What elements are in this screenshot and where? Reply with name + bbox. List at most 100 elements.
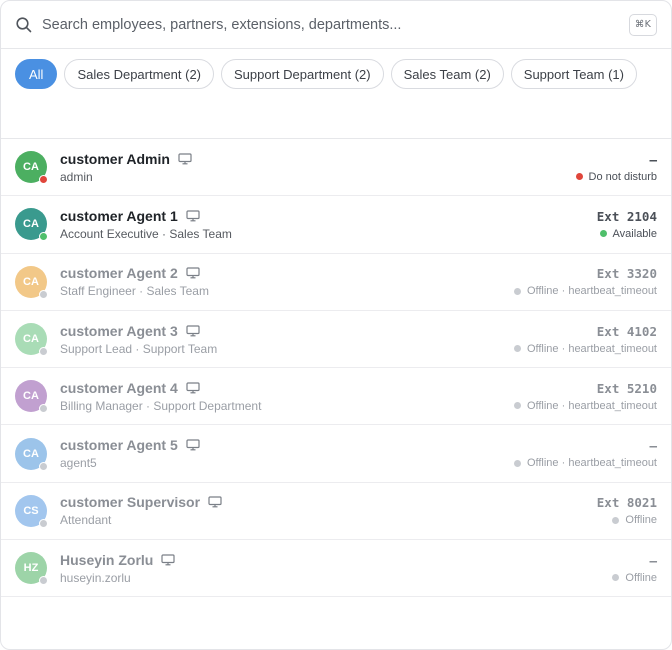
status-dot [612,574,620,582]
user-meta: Ext 8021 Offline [597,495,657,526]
status: Offline · heartbeat_timeout [513,342,657,355]
name-line: customer Agent 1 [60,208,597,224]
list-item[interactable]: CA customer Agent 1 Account Executive · Sa… [1,196,671,254]
name-line: customer Supervisor [60,494,597,510]
avatar: CA [15,380,48,414]
user-meta: – Do not disturb [575,151,657,183]
user-list: CA customer Admin admin – Do not disturb CA cu… [1,139,671,598]
monitor-icon [208,496,222,508]
status-dot [513,345,521,353]
monitor-icon [186,324,200,337]
status-dot [513,459,521,467]
list-item[interactable]: HZ Huseyin Zorlu huseyin.zorlu – Offline [1,540,671,598]
user-subtitle: Account Executive · Sales Team [60,226,232,241]
status: Available [599,228,657,240]
user-info: customer Admin admin [60,151,576,184]
extension: – [649,438,657,454]
status-label: Offline · heartbeat_timeout [526,457,657,470]
status-label: Offline [625,514,657,527]
name-line: customer Agent 5 [60,437,514,453]
user-meta: Ext 5210 Offline · heartbeat_timeout [513,380,657,412]
list-item[interactable]: CA customer Agent 2 Staff Engineer · Sales… [1,254,671,311]
avatar: CA [15,265,48,299]
status-dot [513,402,521,410]
presence-indicator [39,518,48,528]
user-info: customer Agent 4 Billing Manager · Suppor… [60,380,514,413]
status-dot [599,230,607,238]
monitor-icon [186,382,200,394]
status-label: Offline [625,571,657,584]
avatar: CA [15,151,48,185]
user-subtitle: admin [60,169,93,184]
filter-chip[interactable]: Support Team (1) [510,59,637,89]
status-dot [575,173,583,181]
user-info: customer Supervisor Attendant [60,494,597,527]
extension: Ext 2104 [596,208,657,224]
user-info: customer Agent 5 agent5 [60,437,514,470]
list-item[interactable]: CA customer Admin admin – Do not disturb [1,139,671,197]
presence-indicator [39,175,48,185]
list-item[interactable]: CS customer Supervisor Attendant Ext 8021 Of… [1,483,671,541]
status-label: Offline · heartbeat_timeout [526,285,657,298]
monitor-icon [186,267,200,279]
presence-indicator [39,289,48,299]
user-subtitle: Attendant [60,513,112,528]
status: Offline · heartbeat_timeout [513,457,657,470]
user-info: Huseyin Zorlu huseyin.zorlu [60,552,612,585]
name-line: Huseyin Zorlu [60,552,612,568]
status: Do not disturb [575,170,657,183]
user-subtitle: Support Lead · Support Team [60,341,218,356]
avatar: CA [15,208,48,242]
status-dot [513,287,521,295]
search-bar: ⌘K [1,1,671,49]
status: Offline · heartbeat_timeout [513,285,657,298]
user-name: Huseyin Zorlu [60,551,154,568]
extension: Ext 5210 [596,380,657,396]
name-line: customer Agent 3 [60,323,514,339]
avatar: HZ [15,552,48,586]
name-line: customer Admin [60,151,576,167]
presence-indicator [39,461,48,471]
presence-indicator [39,232,48,242]
name-line: customer Agent 2 [60,265,514,281]
user-info: customer Agent 3 Support Lead · Support T… [60,323,514,356]
user-name: customer Agent 2 [60,265,178,282]
directory-panel: ⌘K AllSales Department (2)Support Depart… [0,0,672,650]
user-name: customer Supervisor [60,494,201,511]
presence-indicator [39,576,48,586]
filter-chip[interactable]: Sales Team (2) [390,59,504,89]
monitor-icon [186,210,200,222]
extension: – [649,151,657,167]
search-icon [15,16,33,34]
user-name: customer Agent 4 [60,379,178,396]
user-name: customer Agent 3 [60,322,178,339]
filter-chip[interactable]: All [15,59,58,89]
user-meta: Ext 4102 Offline · heartbeat_timeout [513,324,657,355]
status-dot [612,516,620,524]
filter-chip[interactable]: Support Department (2) [221,59,384,89]
shortcut-hint: ⌘K [629,13,657,36]
filter-chip[interactable]: Sales Department (2) [64,59,215,89]
user-subtitle: Billing Manager · Support Department [60,398,262,413]
user-subtitle: Staff Engineer · Sales Team [60,284,209,299]
list-item[interactable]: CA customer Agent 4 Billing Manager · Supp… [1,368,671,426]
user-meta: – Offline [612,553,657,584]
status: Offline [612,514,657,526]
presence-indicator [39,404,48,414]
search-input[interactable] [42,16,629,33]
avatar: CA [15,323,48,357]
user-info: customer Agent 1 Account Executive · Sale… [60,208,597,241]
avatar: CA [15,437,48,471]
status: Offline · heartbeat_timeout [513,400,657,412]
user-name: customer Agent 5 [60,437,178,454]
monitor-icon [161,554,175,566]
status-label: Offline · heartbeat_timeout [526,342,657,355]
monitor-icon [178,153,192,165]
user-subtitle: huseyin.zorlu [60,570,131,585]
list-item[interactable]: CA customer Agent 5 agent5 – Offline · heart… [1,425,671,483]
status-label: Do not disturb [588,170,657,183]
extension: – [649,552,657,568]
list-item[interactable]: CA customer Agent 3 Support Lead · Support… [1,311,671,369]
presence-indicator [39,347,48,357]
filter-chips: All Sales Department (2) Support Departmen… [1,49,671,139]
